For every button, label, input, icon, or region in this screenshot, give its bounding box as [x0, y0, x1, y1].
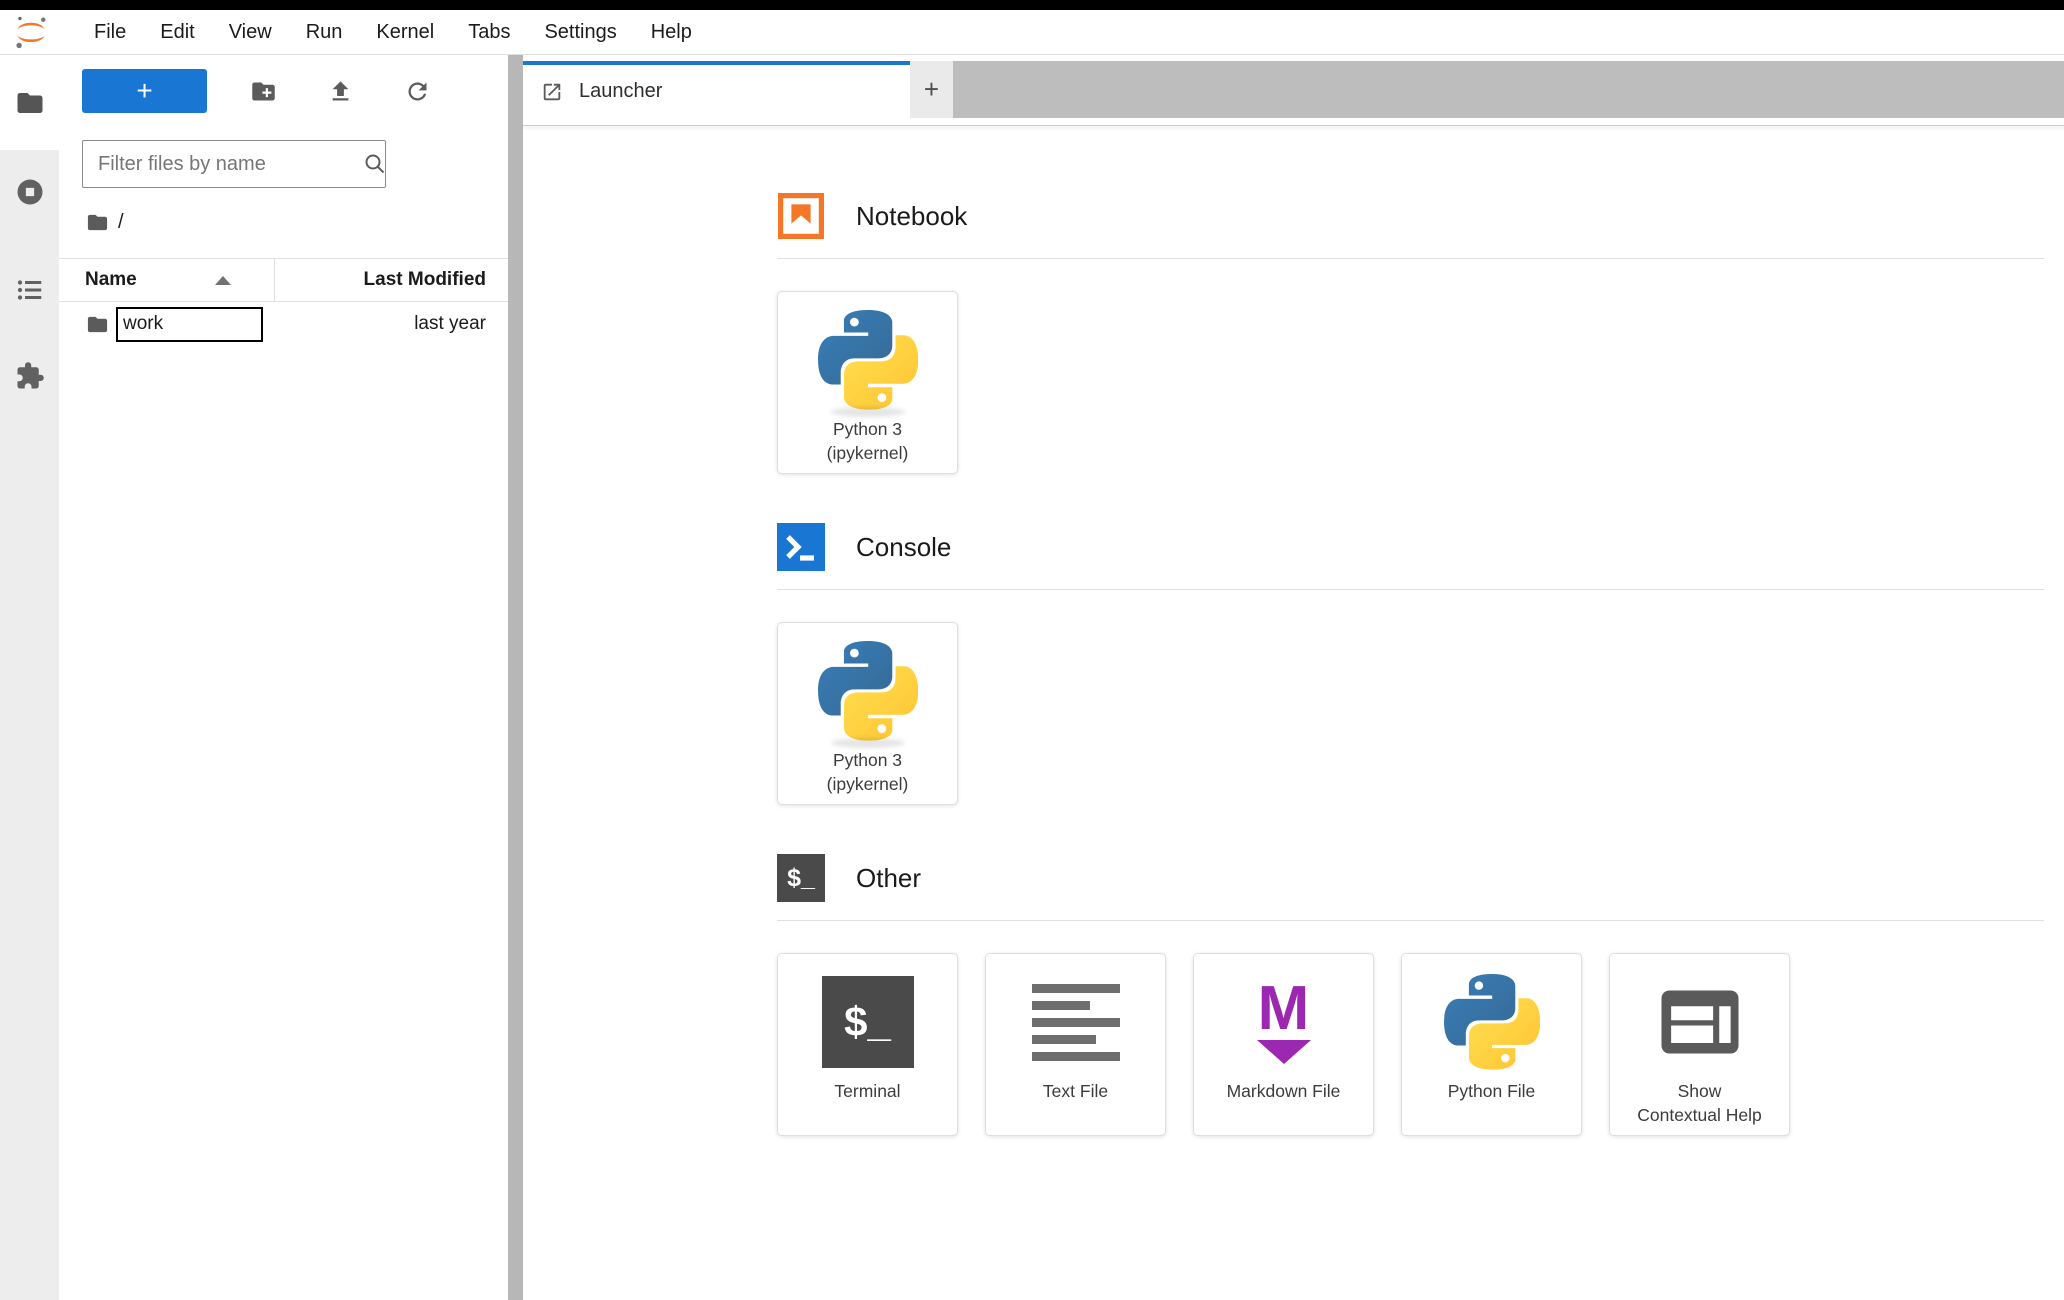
breadcrumb: / [86, 207, 124, 237]
menu-run[interactable]: Run [289, 21, 360, 44]
table-of-contents-tab-icon[interactable] [15, 275, 45, 305]
card-row: Python 3 (ipykernel) [777, 291, 2044, 474]
panel-splitter[interactable] [508, 55, 523, 1300]
text-file-icon [1031, 983, 1120, 1061]
python-icon [817, 310, 918, 410]
folder-icon [87, 316, 108, 332]
python-icon [817, 641, 918, 741]
menu-view[interactable]: View [212, 21, 289, 44]
tab-launcher[interactable]: Launcher [523, 61, 910, 118]
filter-files-box [82, 140, 386, 188]
menu-bar: File Edit View Run Kernel Tabs Settings … [0, 10, 2064, 55]
column-header-last-modified[interactable]: Last Modified [364, 269, 486, 291]
menu-help[interactable]: Help [634, 21, 709, 44]
screen-top-strip [0, 0, 2064, 10]
file-row-work[interactable]: last year [59, 302, 508, 346]
running-kernels-tab-icon[interactable] [15, 177, 45, 207]
card-label: Terminal [834, 1081, 901, 1101]
card-markdown-file[interactable]: M Markdown File [1193, 953, 1374, 1136]
logo-shadow [830, 738, 905, 748]
markdown-icon: M [1256, 978, 1311, 1064]
refresh-button[interactable] [379, 78, 456, 105]
terminal-icon: $_ [821, 976, 914, 1068]
file-browser-toolbar [225, 69, 456, 113]
jupyter-logo-icon [16, 16, 46, 49]
launcher-section-notebook: Notebook Python 3 (ipykernel) [777, 192, 2044, 474]
new-folder-button[interactable] [225, 78, 302, 105]
terminal-icon: $_ [777, 854, 825, 902]
menu-kernel[interactable]: Kernel [359, 21, 451, 44]
contextual-help-icon [1661, 990, 1738, 1054]
file-listing-header: Name Last Modified [59, 258, 508, 302]
card-label: Show Contextual Help [1637, 1081, 1762, 1125]
section-divider [777, 258, 2044, 259]
extensions-tab-icon[interactable] [15, 361, 45, 391]
column-header-name[interactable]: Name [85, 269, 137, 291]
upload-button[interactable] [302, 78, 379, 105]
file-browser-tab-icon[interactable] [15, 88, 45, 118]
card-icon-area [817, 633, 918, 749]
new-tab-button[interactable]: + [910, 61, 953, 118]
launcher-section-console: Console Python 3 (ipykernel) [777, 523, 2044, 805]
section-divider [777, 920, 2044, 921]
column-divider [273, 258, 275, 302]
console-icon [777, 523, 825, 571]
menu-file[interactable]: File [77, 21, 143, 44]
section-title: Console [856, 531, 952, 562]
filter-files-input[interactable] [83, 152, 363, 176]
card-icon-area [1031, 964, 1120, 1080]
jupyterlab-window: File Edit View Run Kernel Tabs Settings … [0, 0, 2064, 1300]
main-dock-panel: Launcher + Notebook Python 3 (ipykernel)… [523, 55, 2064, 1300]
home-folder-icon[interactable] [86, 211, 109, 234]
search-icon [365, 154, 385, 174]
launcher-body: Notebook Python 3 (ipykernel) Console Py… [523, 126, 2064, 1300]
new-folder-icon [252, 82, 275, 100]
card-row: $_ Terminal Text File M Markdown File Py… [777, 953, 2044, 1136]
launcher-section-other: $_ Other $_ Terminal Text File M Markdow… [777, 854, 2044, 1136]
dock-tab-bar: Launcher + [523, 61, 2064, 118]
section-title: Notebook [856, 200, 968, 231]
file-browser-panel: + Filter files by name / Name Last Modif… [59, 55, 508, 1300]
activity-bar [0, 55, 59, 1300]
notebook-icon [777, 192, 824, 239]
card-icon-area [817, 302, 918, 418]
tab-launcher-label: Launcher [579, 80, 663, 102]
section-divider [777, 589, 2044, 590]
card-text-file[interactable]: Text File [985, 953, 1166, 1136]
card-python-file[interactable]: Python File [1401, 953, 1582, 1136]
card-label: Python 3 (ipykernel) [826, 750, 909, 794]
card-label: Markdown File [1226, 1081, 1341, 1101]
sort-ascending-icon [214, 275, 231, 285]
card-row: Python 3 (ipykernel) [777, 622, 2044, 805]
card-label: Python File [1447, 1081, 1536, 1101]
card-notebook-python3[interactable]: Python 3 (ipykernel) [777, 291, 958, 474]
menu-tabs[interactable]: Tabs [451, 21, 527, 44]
card-console-python3[interactable]: Python 3 (ipykernel) [777, 622, 958, 805]
logo-shadow [830, 407, 905, 417]
section-title: Other [856, 862, 922, 893]
menu-settings[interactable]: Settings [527, 21, 633, 44]
card-show-contextual-help[interactable]: Show Contextual Help [1609, 953, 1790, 1136]
refresh-icon [408, 82, 427, 100]
card-icon-area [1443, 964, 1540, 1080]
card-label: Text File [1042, 1081, 1109, 1101]
card-label: Python 3 (ipykernel) [826, 419, 909, 463]
python-icon [1443, 974, 1540, 1070]
card-icon-area: M [1256, 964, 1311, 1080]
card-icon-area: $_ [821, 964, 914, 1080]
breadcrumb-root[interactable]: / [118, 211, 124, 234]
section-header: $_ Other [777, 854, 2044, 902]
upload-icon [332, 80, 349, 100]
menu-edit[interactable]: Edit [143, 21, 211, 44]
card-terminal[interactable]: $_ Terminal [777, 953, 958, 1136]
file-last-modified: last year [414, 313, 486, 334]
rename-input[interactable] [116, 306, 263, 342]
section-header: Console [777, 523, 2044, 571]
section-header: Notebook [777, 192, 2044, 240]
launcher-tab-icon [543, 83, 561, 100]
new-launcher-button[interactable]: + [82, 69, 207, 113]
card-icon-area [1658, 964, 1742, 1080]
